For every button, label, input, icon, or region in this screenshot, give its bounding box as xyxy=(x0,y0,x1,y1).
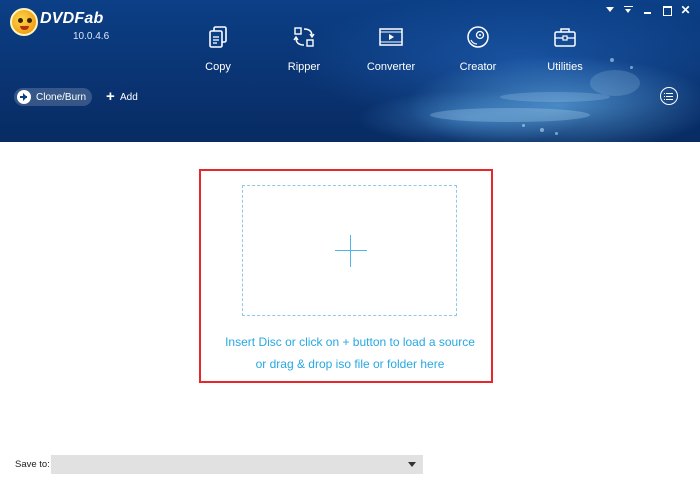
nav-utilities-label: Utilities xyxy=(547,61,583,73)
converter-icon xyxy=(379,28,403,46)
dvdfab-mascot-icon xyxy=(10,8,38,36)
plus-icon: + xyxy=(106,88,115,105)
app-version: 10.0.4.6 xyxy=(73,31,110,42)
nav-creator-label: Creator xyxy=(459,61,497,73)
nav-utilities[interactable]: Utilities xyxy=(530,24,600,80)
copy-icon xyxy=(209,26,227,48)
save-to-dropdown[interactable] xyxy=(51,455,423,474)
nav-converter-label: Converter xyxy=(366,61,416,73)
nav-converter[interactable]: Converter xyxy=(356,24,426,80)
ripper-icon xyxy=(293,27,315,47)
maximize-icon[interactable] xyxy=(660,4,673,16)
nav-copy-label: Copy xyxy=(205,61,231,73)
add-source-dropzone[interactable] xyxy=(242,185,457,316)
brand-name: DVDFab xyxy=(40,10,104,27)
dropdown-icon[interactable] xyxy=(622,4,635,16)
add-label: Add xyxy=(120,91,138,103)
utilities-icon xyxy=(554,28,576,47)
dvdfab-window: DVDFab 10.0.4.6 ✕ Copy Ripper Converter … xyxy=(0,0,700,484)
app-logo: DVDFab 10.0.4.6 xyxy=(10,6,140,46)
plus-icon xyxy=(335,235,367,267)
nav-ripper-label: Ripper xyxy=(287,61,321,73)
nav-copy[interactable]: Copy xyxy=(183,24,253,80)
clone-burn-button[interactable]: Clone/Burn xyxy=(14,88,92,106)
close-icon[interactable]: ✕ xyxy=(679,4,692,16)
nav-creator[interactable]: Creator xyxy=(443,24,513,80)
arrow-right-circle-icon xyxy=(17,90,31,104)
add-button[interactable]: + Add xyxy=(106,88,138,105)
window-controls: ✕ xyxy=(603,4,692,16)
save-to-label: Save to: xyxy=(15,459,50,470)
minimize-icon[interactable] xyxy=(641,4,654,16)
menu-icon[interactable] xyxy=(603,4,616,16)
clone-burn-label: Clone/Burn xyxy=(36,91,87,103)
nav-ripper[interactable]: Ripper xyxy=(269,24,339,80)
task-list-button[interactable] xyxy=(660,87,678,105)
dropzone-hint-line2: or drag & drop iso file or folder here xyxy=(255,357,445,371)
dropzone-hint-line1: Insert Disc or click on + button to load… xyxy=(225,335,475,349)
chevron-down-icon xyxy=(408,462,416,467)
header-banner: DVDFab 10.0.4.6 ✕ Copy Ripper Converter … xyxy=(0,0,700,142)
creator-icon xyxy=(467,26,489,48)
